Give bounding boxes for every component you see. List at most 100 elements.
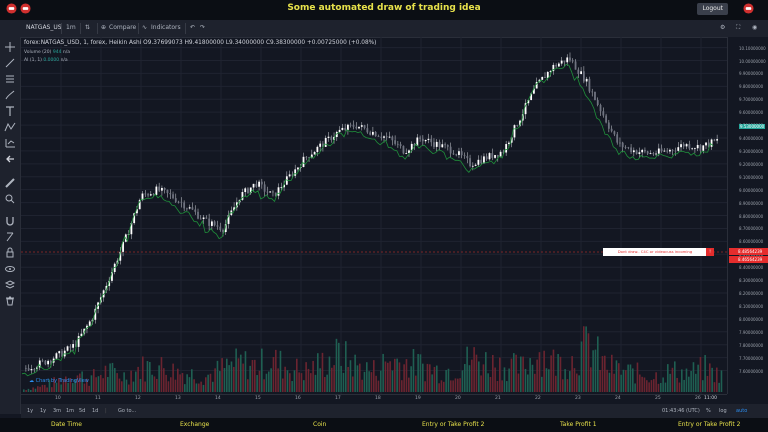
range-button[interactable]: 5d: [79, 408, 85, 414]
candle-body: [216, 225, 219, 227]
volume-bar: [214, 368, 216, 392]
range-button[interactable]: 1d: [92, 408, 98, 414]
candle-body: [266, 191, 269, 193]
alert-marker[interactable]: !: [706, 248, 714, 256]
chart-type-icon[interactable]: ⇅: [85, 24, 90, 31]
range-button[interactable]: 3m: [53, 408, 61, 414]
candle-body: [391, 136, 394, 141]
candle-body: [327, 136, 330, 138]
candle-body: [433, 142, 435, 147]
layers-icon[interactable]: [4, 279, 16, 291]
settings-icon[interactable]: ⚙: [720, 24, 725, 31]
volume-bar: [298, 372, 300, 392]
indicators-icon[interactable]: ∿: [142, 24, 147, 31]
volume-bar: [653, 379, 655, 392]
volume-bar: [394, 358, 396, 392]
volume-bar: [34, 388, 37, 392]
compare-button[interactable]: Compare: [109, 24, 136, 31]
range-button[interactable]: 1m: [66, 408, 74, 414]
volume-bar: [452, 380, 454, 392]
pattern-icon[interactable]: [4, 121, 16, 133]
candle-body: [594, 91, 596, 101]
footer-entry-tp2-b: Entry or Take Profit 2: [678, 421, 741, 428]
symbol-search[interactable]: NATGAS_US: [26, 24, 62, 31]
stay-drawing-icon[interactable]: [4, 231, 16, 243]
volume-bar: [443, 381, 445, 392]
text-icon[interactable]: [4, 105, 16, 117]
candle-body: [169, 193, 172, 195]
utc-clock[interactable]: 01:43:46 (UTC): [662, 408, 700, 414]
volume-bar: [25, 390, 27, 392]
volume-bar: [198, 383, 200, 392]
candle-body: [174, 198, 177, 202]
volume-bar: [137, 366, 139, 392]
volume-bar: [720, 370, 723, 392]
chart-pane[interactable]: [21, 37, 727, 394]
log-toggle[interactable]: log: [719, 408, 727, 414]
lock-icon[interactable]: [4, 247, 16, 259]
volume-bar: [139, 378, 142, 392]
volume-bar: [382, 353, 384, 392]
volume-bar: [375, 375, 377, 392]
time-label: 22: [535, 396, 541, 401]
tradingview-watermark[interactable]: ☁ Chart by TradingView: [29, 378, 89, 384]
candle-body: [613, 131, 616, 135]
fib-icon[interactable]: [4, 73, 16, 85]
volume-bar: [599, 369, 601, 392]
price-chart[interactable]: [21, 37, 727, 394]
time-label: 21: [495, 396, 501, 401]
alert-price-marker: 8.46564239: [729, 256, 768, 263]
range-button[interactable]: 1y: [27, 408, 33, 414]
volume-bar: [312, 360, 314, 392]
volume-bar: [408, 377, 410, 392]
volume-bar: [328, 356, 331, 392]
price-label: 7.80000000: [739, 342, 764, 348]
ruler-icon[interactable]: [4, 177, 16, 189]
candle-body: [186, 208, 188, 210]
back-arrow-icon[interactable]: [4, 153, 16, 165]
candle-body: [377, 136, 380, 138]
candle-body: [161, 187, 163, 191]
candle-body: [480, 159, 483, 164]
zoom-icon[interactable]: [4, 193, 16, 205]
brush-icon[interactable]: [4, 89, 16, 101]
undo-icon[interactable]: ↶: [190, 24, 195, 31]
footer-entry-tp2: Entry or Take Profit 2: [422, 421, 485, 428]
logout-button[interactable]: Logout: [697, 3, 728, 15]
range-button[interactable]: 1y: [40, 408, 46, 414]
eye-icon[interactable]: [4, 263, 16, 275]
candle-body: [557, 63, 560, 67]
percent-toggle[interactable]: %: [706, 408, 711, 414]
prediction-icon[interactable]: [4, 137, 16, 149]
snapshot-icon[interactable]: ◉: [752, 24, 757, 31]
volume-bar: [611, 354, 613, 392]
compare-icon[interactable]: ⊕: [101, 24, 106, 31]
fullscreen-icon[interactable]: ⛶: [736, 24, 740, 32]
legend-ai[interactable]: AI (1, 1) 0.0000 n/a: [24, 58, 68, 63]
volume-bar: [380, 370, 382, 392]
crosshair-icon[interactable]: [4, 41, 16, 53]
divider: |: [105, 408, 107, 414]
trash-icon[interactable]: [4, 295, 16, 307]
magnet-icon[interactable]: [4, 215, 16, 227]
volume-bar: [179, 374, 181, 392]
volume-bar: [347, 366, 349, 392]
auto-toggle[interactable]: auto: [736, 408, 747, 414]
redo-icon[interactable]: ↷: [200, 24, 205, 31]
volume-bar: [237, 358, 240, 392]
volume-bar: [207, 374, 209, 392]
volume-bar: [296, 358, 298, 392]
goto-button[interactable]: Go to...: [118, 408, 136, 414]
trend-line-icon[interactable]: [4, 57, 16, 69]
candle-body: [191, 207, 194, 210]
red-bot-icon-3[interactable]: [743, 3, 754, 14]
volume-bar: [223, 368, 226, 392]
candle-body: [588, 78, 591, 92]
volume-bar: [373, 360, 375, 392]
interval-selector[interactable]: 1m: [66, 24, 76, 31]
price-axis[interactable]: 10.10000000 10.00000000 9.90000000 9.800000…: [727, 37, 768, 394]
candle-body: [355, 126, 358, 129]
indicators-button[interactable]: Indicators: [151, 24, 181, 31]
legend-volume[interactable]: Volume (20) 944 n/a: [24, 50, 70, 55]
candle-body: [638, 152, 641, 155]
